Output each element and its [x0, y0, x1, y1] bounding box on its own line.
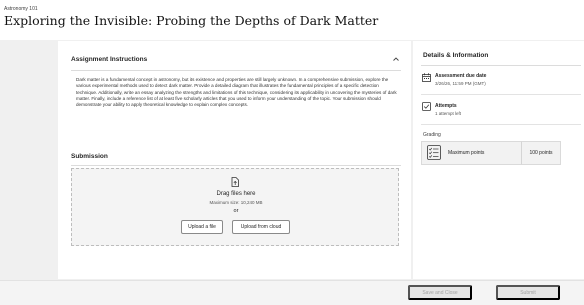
submission-heading: Submission — [71, 153, 108, 160]
attempts-value: 1 attempt left — [435, 111, 462, 116]
divider — [421, 94, 581, 95]
submit-button[interactable]: Submit — [496, 285, 560, 300]
page-title: Exploring the Invisible: Probing the Dep… — [4, 13, 379, 28]
chevron-up-icon[interactable] — [392, 55, 400, 63]
divider — [71, 70, 401, 71]
details-heading: Details & Information — [423, 52, 489, 59]
save-and-close-button[interactable]: Save and Close — [408, 285, 472, 300]
upload-cloud-button[interactable]: Upload from cloud — [232, 220, 290, 234]
grading-label: Grading — [423, 132, 441, 138]
divider — [71, 165, 401, 166]
max-points-value: 100 points — [529, 150, 553, 156]
checkbox-icon — [422, 102, 431, 111]
page-header: Astronomy 101 Exploring the Invisible: P… — [0, 0, 584, 40]
checklist-icon — [427, 145, 441, 160]
instructions-heading: Assignment Instructions — [71, 56, 148, 63]
due-date-label: Assessment due date — [435, 73, 487, 79]
upload-file-button[interactable]: Upload a file — [181, 220, 223, 234]
drag-files-text: Drag files here — [216, 191, 256, 197]
divider — [421, 124, 581, 125]
due-date-value: 3/26/26, 11:59 PM (GMT) — [435, 81, 486, 86]
max-points-label: Maximum points — [448, 150, 485, 156]
or-text: or — [233, 208, 239, 214]
attempts-label: Attempts — [435, 103, 457, 109]
course-name: Astronomy 101 — [4, 6, 38, 12]
max-size-text: Maximum size: 10,240 MB — [209, 200, 263, 205]
instructions-text: Dark matter is a fundamental concept in … — [76, 77, 397, 108]
divider — [421, 65, 581, 66]
calendar-icon — [422, 73, 431, 82]
file-upload-icon — [231, 177, 239, 187]
